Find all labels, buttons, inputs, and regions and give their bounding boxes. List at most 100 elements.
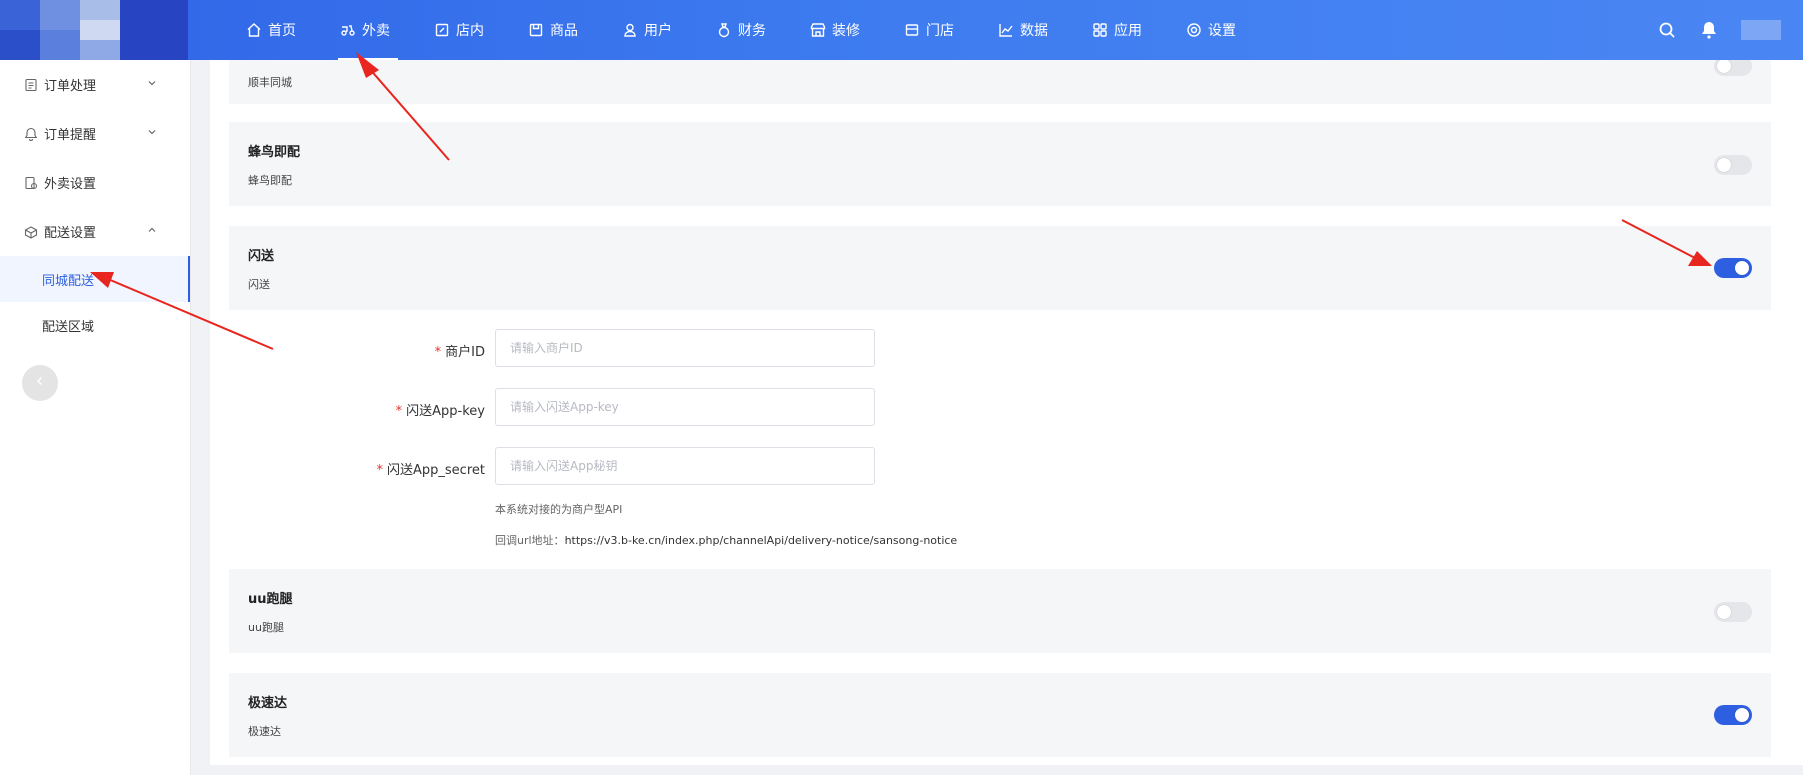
field-label: 闪送App_secret	[387, 463, 485, 478]
provider-subtitle: 闪送	[248, 278, 270, 291]
nav-label: 数据	[1020, 23, 1048, 39]
money-bag-icon	[716, 22, 732, 38]
nav-item-products[interactable]: 商品	[528, 0, 578, 60]
provider-toggle[interactable]	[1714, 705, 1752, 725]
top-right-actions	[1657, 0, 1803, 60]
chevron-up-icon	[146, 224, 158, 236]
storefront-icon	[810, 22, 826, 38]
logo[interactable]	[0, 0, 188, 60]
provider-toggle[interactable]	[1714, 60, 1752, 76]
toggle-knob	[1717, 158, 1731, 172]
sidebar-item-label: 订单提醒	[44, 128, 97, 143]
nav-label: 装修	[832, 23, 860, 39]
top-navbar: 首页 外卖 店内 商品 用户 财务 装修 门店 数据 应用 设置	[0, 0, 1803, 60]
toggle-knob	[1717, 605, 1731, 619]
home-icon	[246, 22, 262, 38]
settings-doc-icon	[24, 176, 38, 190]
nav-item-home[interactable]: 首页	[246, 0, 296, 60]
provider-subtitle: 蜂鸟即配	[248, 174, 292, 187]
sidebar-subitem-label: 配送区域	[42, 319, 95, 335]
nav-item-apps[interactable]: 应用	[1092, 0, 1142, 60]
nav-label: 设置	[1208, 23, 1236, 39]
required-mark: *	[434, 345, 442, 360]
field-label: 闪送App-key	[406, 404, 485, 419]
nav-item-stores[interactable]: 门店	[904, 0, 954, 60]
main-nav: 首页 外卖 店内 商品 用户 财务 装修 门店 数据 应用 设置	[246, 0, 1280, 60]
provider-toggle[interactable]	[1714, 155, 1752, 175]
provider-toggle[interactable]	[1714, 258, 1752, 278]
provider-toggle[interactable]	[1714, 602, 1752, 622]
app-key-label: * 闪送App-key	[285, 400, 485, 419]
avatar[interactable]	[1741, 20, 1781, 40]
gear-icon	[1186, 22, 1202, 38]
search-icon[interactable]	[1657, 20, 1677, 40]
merchant-id-input[interactable]	[495, 329, 875, 367]
edit-icon	[434, 22, 450, 38]
nav-label: 首页	[268, 23, 296, 39]
merchant-id-label: * 商户ID	[285, 341, 485, 360]
chevron-down-icon	[146, 126, 158, 138]
nav-item-data[interactable]: 数据	[998, 0, 1048, 60]
nav-label: 门店	[926, 23, 954, 39]
callback-url-value: https://v3.b-ke.cn/index.php/channelApi/…	[564, 534, 958, 547]
sidebar-item-label: 配送设置	[44, 226, 97, 241]
chevron-left-icon	[34, 375, 46, 391]
sidebar-item-order-processing[interactable]: 订单处理	[0, 60, 190, 109]
provider-row-sf: 顺丰同城	[229, 60, 1771, 104]
provider-title: uu跑腿	[248, 592, 293, 607]
nav-label: 财务	[738, 23, 766, 39]
provider-title: 闪送	[248, 249, 275, 264]
provider-row-shansong: 闪送 闪送	[229, 226, 1771, 310]
required-mark: *	[376, 463, 384, 478]
toggle-knob	[1717, 60, 1731, 73]
provider-row-uu: uu跑腿 uu跑腿	[229, 569, 1771, 653]
delivery-box-icon	[24, 225, 38, 239]
nav-label: 店内	[456, 23, 484, 39]
required-mark: *	[395, 404, 403, 419]
provider-title: 蜂鸟即配	[248, 145, 301, 160]
main-content: 顺丰同城 蜂鸟即配 蜂鸟即配 闪送 闪送 *商户ID *闪送App-key *闪…	[210, 60, 1803, 765]
app-secret-label: * 闪送App_secret	[285, 459, 485, 478]
provider-subtitle: uu跑腿	[248, 621, 284, 634]
provider-row-fengniao: 蜂鸟即配 蜂鸟即配	[229, 122, 1771, 206]
chevron-down-icon	[146, 77, 158, 89]
sidebar: 订单处理 订单提醒 外卖设置 配送设置 同城配送 配送区域	[0, 60, 191, 775]
nav-label: 商品	[550, 23, 578, 39]
nav-item-decor[interactable]: 装修	[810, 0, 860, 60]
provider-row-jisuda: 极速达 极速达	[229, 673, 1771, 757]
product-icon	[528, 22, 544, 38]
toggle-knob	[1735, 708, 1749, 722]
nav-item-settings[interactable]: 设置	[1186, 0, 1236, 60]
nav-label: 外卖	[362, 23, 390, 39]
sidebar-item-takeout-settings[interactable]: 外卖设置	[0, 158, 190, 207]
callback-url-hint: 回调url地址：https://v3.b-ke.cn/index.php/cha…	[495, 532, 957, 548]
provider-subtitle: 顺丰同城	[248, 76, 292, 89]
user-icon	[622, 22, 638, 38]
nav-item-dine-in[interactable]: 店内	[434, 0, 484, 60]
document-icon	[24, 78, 38, 92]
sidebar-subitem-delivery-area[interactable]: 配送区域	[0, 302, 190, 348]
apps-icon	[1092, 22, 1108, 38]
sidebar-item-order-reminder[interactable]: 订单提醒	[0, 109, 190, 158]
api-type-hint: 本系统对接的为商户型API	[495, 503, 623, 516]
sidebar-item-label: 外卖设置	[44, 177, 97, 192]
store-icon	[904, 22, 920, 38]
provider-title: 极速达	[248, 696, 288, 711]
nav-item-takeout[interactable]: 外卖	[338, 0, 398, 60]
sidebar-collapse-button[interactable]	[22, 365, 58, 401]
bell-icon	[24, 127, 38, 141]
sidebar-subitem-label: 同城配送	[42, 273, 95, 289]
scooter-icon	[340, 22, 356, 38]
app-key-input[interactable]	[495, 388, 875, 426]
nav-label: 应用	[1114, 23, 1142, 39]
sidebar-item-label: 订单处理	[44, 79, 97, 94]
chart-icon	[998, 22, 1014, 38]
nav-label: 用户	[644, 23, 672, 39]
sidebar-subitem-city-delivery[interactable]: 同城配送	[0, 256, 190, 302]
app-secret-input[interactable]	[495, 447, 875, 485]
bell-icon[interactable]	[1699, 20, 1719, 40]
nav-item-users[interactable]: 用户	[622, 0, 672, 60]
sidebar-item-delivery-settings[interactable]: 配送设置	[0, 207, 190, 256]
callback-url-label: 回调url地址：	[495, 534, 565, 547]
nav-item-finance[interactable]: 财务	[716, 0, 766, 60]
